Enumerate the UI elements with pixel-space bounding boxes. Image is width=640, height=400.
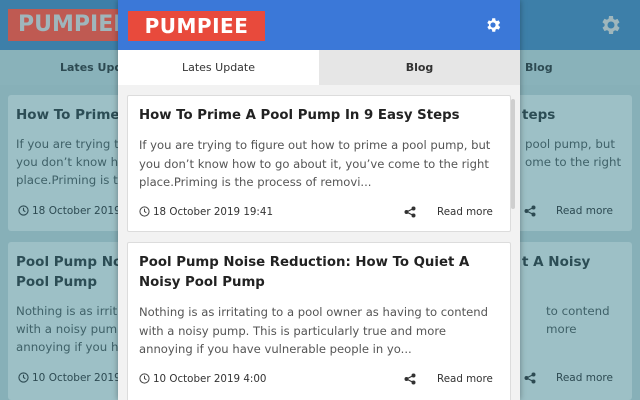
background-card-text: with a noisy pum <box>16 322 118 336</box>
tab-bar: Lates Update Blog <box>118 50 520 85</box>
background-read-more: Read more <box>556 372 613 384</box>
background-clock-icon <box>18 372 29 383</box>
scrollbar-thumb[interactable] <box>511 99 515 209</box>
clock-icon <box>139 373 150 384</box>
background-card-text: you don’t know h <box>16 155 119 169</box>
post-excerpt: Nothing is as irritating to a pool owner… <box>139 305 488 356</box>
post-title[interactable]: Pool Pump Noise Reduction: How To Quiet … <box>139 253 501 293</box>
post-excerpt: If you are trying to figure out how to p… <box>139 138 491 189</box>
post-card: Pool Pump Noise Reduction: How To Quiet … <box>127 242 511 400</box>
background-card-date: 18 October 2019 <box>18 204 121 218</box>
background-card-text: annoying if you h <box>16 340 119 354</box>
read-more-link[interactable]: Read more <box>437 205 493 219</box>
gear-icon[interactable] <box>484 16 502 34</box>
background-share-icon <box>524 205 536 217</box>
background-tab-blog: Blog <box>525 61 553 74</box>
popup-header: PUMPIEE <box>118 0 520 50</box>
extension-popup: PUMPIEE Lates Update Blog How To Prime A… <box>118 0 520 400</box>
share-icon[interactable] <box>404 373 416 385</box>
background-card-title: Pool Pump <box>16 274 98 290</box>
background-card-title: How To Prime A <box>16 107 135 123</box>
background-card-text: ome to the right <box>525 155 622 169</box>
background-card-date: 10 October 2019 <box>18 371 121 385</box>
share-icon[interactable] <box>404 206 416 218</box>
background-card-text: to contend <box>546 304 610 318</box>
background-read-more: Read more <box>556 205 613 217</box>
post-card: How To Prime A Pool Pump In 9 Easy Steps… <box>127 95 511 232</box>
post-title[interactable]: How To Prime A Pool Pump In 9 Easy Steps <box>139 106 501 126</box>
background-card-text: pool pump, but <box>525 137 615 151</box>
background-card-text: If you are trying t <box>16 137 119 151</box>
clock-icon <box>139 206 150 217</box>
tab-blog[interactable]: Blog <box>319 50 520 85</box>
background-clock-icon <box>18 205 29 216</box>
background-card-text: Nothing is as irrit <box>16 304 118 318</box>
tab-latest-update[interactable]: Lates Update <box>118 50 319 85</box>
background-card-title: t A Noisy <box>522 254 591 270</box>
background-share-icon <box>524 372 536 384</box>
app-logo: PUMPIEE <box>128 11 265 41</box>
background-card-text: place.Priming is t <box>16 173 118 187</box>
background-gear-icon <box>602 16 620 34</box>
background-card-title: teps <box>522 107 556 123</box>
post-date: 10 October 2019 4:00 <box>139 372 266 386</box>
post-list[interactable]: How To Prime A Pool Pump In 9 Easy Steps… <box>118 85 520 400</box>
read-more-link[interactable]: Read more <box>437 372 493 386</box>
background-card-text: more <box>546 322 577 336</box>
post-date: 18 October 2019 19:41 <box>139 205 273 219</box>
